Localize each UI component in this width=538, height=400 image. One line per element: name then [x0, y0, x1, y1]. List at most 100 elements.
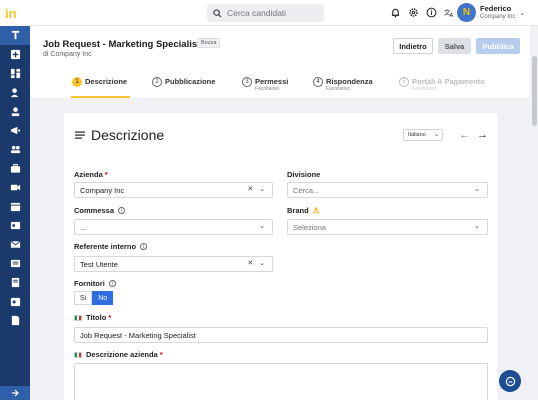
language-select[interactable]: Italiano ⌄ [403, 129, 443, 141]
previous-arrow-icon[interactable]: ← [459, 129, 470, 141]
sidebar-expand-button[interactable] [0, 386, 30, 400]
referente-label-text: Referente interno [74, 242, 137, 251]
sidebar-item-teams[interactable] [0, 140, 30, 159]
sidebar-item-schedule[interactable] [0, 292, 30, 311]
step-pubblicazione[interactable]: 2 Pubblicazione [152, 77, 215, 87]
step-sublabel: Facoltativo [255, 86, 280, 92]
sidebar-item-jobs-list[interactable] [0, 159, 30, 178]
publish-button[interactable]: Pubblica [476, 38, 520, 54]
info-icon[interactable]: i [118, 207, 126, 214]
step-label: Pubblicazione [165, 77, 216, 86]
avatar: N [457, 3, 476, 22]
azienda-label: Azienda * [74, 170, 108, 179]
video-icon [10, 184, 20, 191]
wand-icon [11, 30, 19, 40]
step-descrizione[interactable]: 1 Descrizione [72, 77, 127, 87]
section-title: Descrizione [75, 127, 164, 143]
chevron-down-icon: ⌄ [433, 132, 439, 138]
titolo-value: Job Request - Marketing Specialist [80, 330, 196, 340]
app-logo[interactable]: in [0, 0, 30, 26]
azienda-label-text: Azienda [74, 170, 103, 179]
divisione-select[interactable]: Cerca... ⌄ [287, 182, 488, 198]
chevron-down-icon[interactable]: ⌄ [474, 185, 482, 193]
mail-icon [10, 240, 20, 248]
sidebar-item-calendar[interactable] [0, 197, 30, 216]
sidebar-item-candidates[interactable] [0, 83, 30, 102]
sidebar-item-dashboard[interactable] [0, 64, 30, 83]
sidebar-item-id[interactable] [0, 216, 30, 235]
page-subtitle: di Company Inc [43, 51, 92, 58]
bell-icon[interactable] [390, 7, 401, 18]
clear-chevron-icon[interactable]: ✕ ⌄ [247, 185, 267, 193]
back-button[interactable]: Indietro [393, 38, 433, 54]
translate-icon[interactable]: 文A [444, 7, 455, 18]
sidebar: in [0, 0, 30, 400]
sidebar-item-videos[interactable] [0, 178, 30, 197]
commessa-select[interactable]: ... ⌄ [74, 219, 273, 235]
commessa-value: ... [80, 222, 87, 232]
user-search-icon [10, 88, 18, 98]
fornitori-toggle: Si No [74, 291, 114, 305]
titolo-label-text: Titolo [86, 313, 107, 322]
info-icon[interactable] [426, 7, 437, 18]
required-mark: * [159, 350, 163, 359]
step-number: 3 [242, 77, 252, 87]
language-value: Italiano [408, 132, 426, 138]
step-number: 1 [72, 77, 82, 87]
toggle-option-no[interactable]: No [92, 291, 114, 305]
referente-select[interactable]: Test Utente ✕ ⌄ [74, 256, 273, 272]
step-rispondenza[interactable]: 4 Rispondenza Facoltativo [313, 77, 373, 92]
group-icon [10, 145, 20, 154]
fornitori-label: Fornitori i [74, 279, 116, 288]
sidebar-item-jobs[interactable] [0, 26, 30, 45]
sidebar-item-reports[interactable] [0, 311, 30, 330]
toggle-option-si[interactable]: Si [74, 291, 93, 305]
dashboard-icon [10, 68, 20, 79]
step-number: 5 [399, 77, 409, 87]
next-arrow-icon[interactable]: → [477, 129, 488, 141]
job-header: Job Request - Marketing Specialist Bozza… [30, 26, 530, 98]
chevron-down-icon[interactable]: ⌄ [259, 222, 267, 230]
required-mark: * [108, 313, 112, 322]
descrizione-azienda-label-text: Descrizione azienda [86, 350, 158, 359]
step-sublabel: Facoltativo [412, 86, 437, 92]
svg-text:in: in [5, 6, 17, 20]
gear-icon[interactable] [408, 7, 419, 18]
info-icon[interactable]: i [108, 280, 116, 287]
chevron-down-icon[interactable]: ⌄ [474, 222, 482, 230]
arrow-right-icon [12, 389, 19, 397]
step-number: 2 [152, 77, 162, 87]
sidebar-item-add[interactable] [0, 45, 30, 64]
svg-text:A: A [450, 13, 454, 18]
sidebar-item-inbox[interactable] [0, 254, 30, 273]
step-portali: 5 Portali A Pagamento Facoltativo [399, 77, 485, 92]
info-icon[interactable]: i [140, 243, 148, 250]
sidebar-item-campaigns[interactable] [0, 121, 30, 140]
user-name: Federico [480, 3, 512, 13]
user-menu[interactable]: N Federico Company Inc ⌄ [457, 3, 525, 22]
save-button[interactable]: Salva [438, 38, 471, 54]
brand-select[interactable]: Seleziona ⌄ [287, 219, 488, 235]
chat-button[interactable] [499, 370, 521, 392]
chevron-down-icon: ⌄ [519, 9, 526, 17]
sidebar-item-profile[interactable] [0, 102, 30, 121]
scrollbar[interactable] [530, 26, 538, 400]
id-card-icon [10, 221, 20, 230]
status-badge: Bozza [197, 38, 221, 48]
sidebar-item-mail[interactable] [0, 235, 30, 254]
descrizione-azienda-editor[interactable] [74, 363, 488, 400]
azienda-select[interactable]: Company Inc ✕ ⌄ [74, 182, 273, 198]
clear-chevron-icon[interactable]: ✕ ⌄ [247, 259, 267, 267]
inbox-icon [10, 259, 20, 268]
sidebar-item-docs[interactable] [0, 273, 30, 292]
italian-flag-icon [74, 351, 82, 358]
person-badge-icon [11, 107, 19, 117]
titolo-input[interactable]: Job Request - Marketing Specialist [74, 327, 488, 343]
chat-icon [505, 376, 515, 386]
step-permessi[interactable]: 3 Permessi Facoltativo [242, 77, 288, 92]
top-icons: 文A [390, 7, 455, 18]
search-input[interactable]: Cerca candidati [207, 4, 324, 22]
menu-lines-icon [75, 131, 85, 139]
search-icon [213, 8, 222, 18]
scrollbar-thumb[interactable] [532, 56, 537, 126]
